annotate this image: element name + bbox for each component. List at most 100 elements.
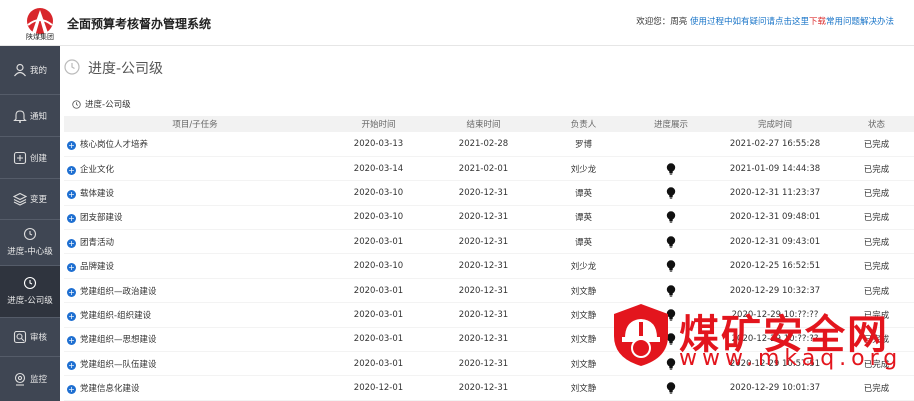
sidebar-item-progress-center[interactable]: 进度-中心级 [0,220,60,265]
start-date: 2020-12-01 [326,375,431,401]
expand-icon[interactable]: + [67,385,76,395]
owner: 谭英 [536,180,631,206]
end-date: 2020-12-31 [431,351,536,377]
clock-icon [23,227,37,241]
expand-icon[interactable]: + [67,214,76,224]
start-date: 2020-03-10 [326,180,431,206]
task-cell: + 企业文化 [64,156,326,182]
start-date: 2020-03-01 [326,229,431,255]
expand-icon[interactable]: + [67,165,76,175]
completion-time: 2020-12-31 09:48:01 [711,205,839,231]
breadcrumb-label: 进度-公司级 [85,100,131,110]
lightbulb-icon [666,162,676,175]
completion-time: 2020-12-31 11:23:37 [711,180,839,206]
expand-icon[interactable]: + [67,263,76,273]
table-row[interactable]: + 品牌建设 2020-03-10 2020-12-31 刘少龙 2020-12-25 1… [64,253,914,279]
status-badge: 已完成 [839,253,914,279]
sidebar-item-notice[interactable]: 通知 [0,95,60,136]
column-header[interactable]: 状态 [839,116,914,132]
sidebar-item-label: 进度-公司级 [7,296,53,306]
task-name: 党建组织—思想建设 [80,335,157,346]
progress-cell [631,205,711,231]
column-header[interactable]: 开始时间 [326,116,431,132]
expand-icon[interactable]: + [67,311,76,321]
help-link[interactable]: 使用过程中如有疑问请点击这里 [690,17,809,27]
status-badge: 已完成 [839,205,914,231]
sidebar-item-progress-company[interactable]: 进度-公司级 [0,266,60,317]
expand-icon[interactable]: + [67,336,76,346]
column-header[interactable]: 进度展示 [631,116,711,132]
task-cell: + 核心岗位人才培养 [64,132,326,157]
start-date: 2020-03-01 [326,278,431,304]
column-header[interactable]: 项目/子任务 [64,116,326,132]
sidebar-item-label: 进度-中心级 [7,247,53,257]
table-row[interactable]: + 企业文化 2020-03-14 2021-02-01 刘少龙 2021-01-09 1… [64,156,914,182]
end-date: 2020-12-31 [431,180,536,206]
owner: 谭英 [536,229,631,255]
task-cell: + 党建组织—队伍建设 [64,351,326,377]
sidebar: 我的 通知 创建 变更 进度-中心级 进度-公司级 审核 监控 [0,46,60,401]
lightbulb-icon [666,260,676,272]
sidebar-item-label: 审核 [29,333,47,343]
column-header[interactable]: 完成时间 [711,116,839,132]
start-date: 2020-03-10 [326,205,431,231]
sidebar-item-create[interactable]: 创建 [0,137,60,178]
expand-icon[interactable]: + [67,287,76,297]
start-date: 2020-03-01 [326,327,431,353]
table-header-row: 项目/子任务 开始时间 结束时间 负责人 进度展示 完成时间 状态 [64,116,914,132]
task-name: 党建组织—政治建设 [80,286,157,297]
completion-time: 2020-12-31 09:43:01 [711,229,839,255]
end-date: 2020-12-31 [431,229,536,255]
sidebar-item-mine[interactable]: 我的 [0,46,60,94]
end-date: 2020-12-31 [431,205,536,231]
user-icon [14,63,26,77]
download-link[interactable]: 下载 [809,17,826,27]
task-name: 党建组织—队伍建设 [80,359,157,370]
completion-time: 2020-12-25 16:52:51 [711,253,839,279]
start-date: 2020-03-01 [326,351,431,377]
header-user-area: 欢迎您：周亮 使用过程中如有疑问请点击这里下载常用问题解决办法 [636,15,894,27]
sidebar-item-change[interactable]: 变更 [0,179,60,219]
task-name: 党建组织-组织建设 [80,310,152,321]
clock-icon [64,59,80,75]
end-date: 2020-12-31 [431,278,536,304]
expand-icon[interactable]: + [67,189,76,199]
sidebar-item-audit[interactable]: 审核 [0,318,60,356]
lightbulb-icon [666,211,676,223]
status-badge: 已完成 [839,229,914,255]
faq-link[interactable]: 常用问题解决办法 [826,17,894,27]
sidebar-item-label: 创建 [29,153,47,164]
clock-icon [23,276,37,290]
clock-icon [72,99,81,109]
page-header: 进度-公司级 [60,46,914,86]
task-name: 核心岗位人才培养 [80,139,149,150]
expand-icon[interactable]: + [67,360,76,370]
task-cell: + 党建组织—政治建设 [64,278,326,304]
sidebar-item-label: 我的 [29,66,47,76]
bell-icon [13,109,27,123]
lightbulb-icon [666,236,676,248]
sidebar-item-label: 监控 [29,375,47,385]
end-date: 2020-12-31 [431,375,536,401]
progress-cell [631,132,711,157]
task-cell: + 品牌建设 [64,253,326,279]
table-row[interactable]: + 团青活动 2020-03-01 2020-12-31 谭英 2020-12-31 09… [64,229,914,255]
status-badge: 已完成 [839,132,914,157]
start-date: 2020-03-01 [326,302,431,328]
start-date: 2020-03-10 [326,253,431,279]
column-header[interactable]: 负责人 [536,116,631,132]
task-cell: + 团支部建设 [64,205,326,231]
table-row[interactable]: + 团支部建设 2020-03-10 2020-12-31 谭英 2020-12-31 0… [64,205,914,231]
sidebar-item-monitor[interactable]: 监控 [0,357,60,401]
table-row[interactable]: + 核心岗位人才培养 2020-03-13 2021-02-28 罗博 2021-02-2… [64,132,914,157]
breadcrumb: 进度-公司级 [72,98,131,110]
start-date: 2020-03-14 [326,156,431,182]
app-window: 陕煤集团 全面预算考核督办管理系统 欢迎您：周亮 使用过程中如有疑问请点击这里下… [0,0,914,401]
helmet-logo-icon [614,304,668,366]
expand-icon[interactable]: + [67,238,76,248]
expand-icon[interactable]: + [67,140,76,150]
layers-icon [12,192,27,206]
table-row[interactable]: + 载体建设 2020-03-10 2020-12-31 谭英 2020-12-31 11… [64,180,914,206]
welcome-text: 欢迎您：周亮 [636,17,688,27]
column-header[interactable]: 结束时间 [431,116,536,132]
